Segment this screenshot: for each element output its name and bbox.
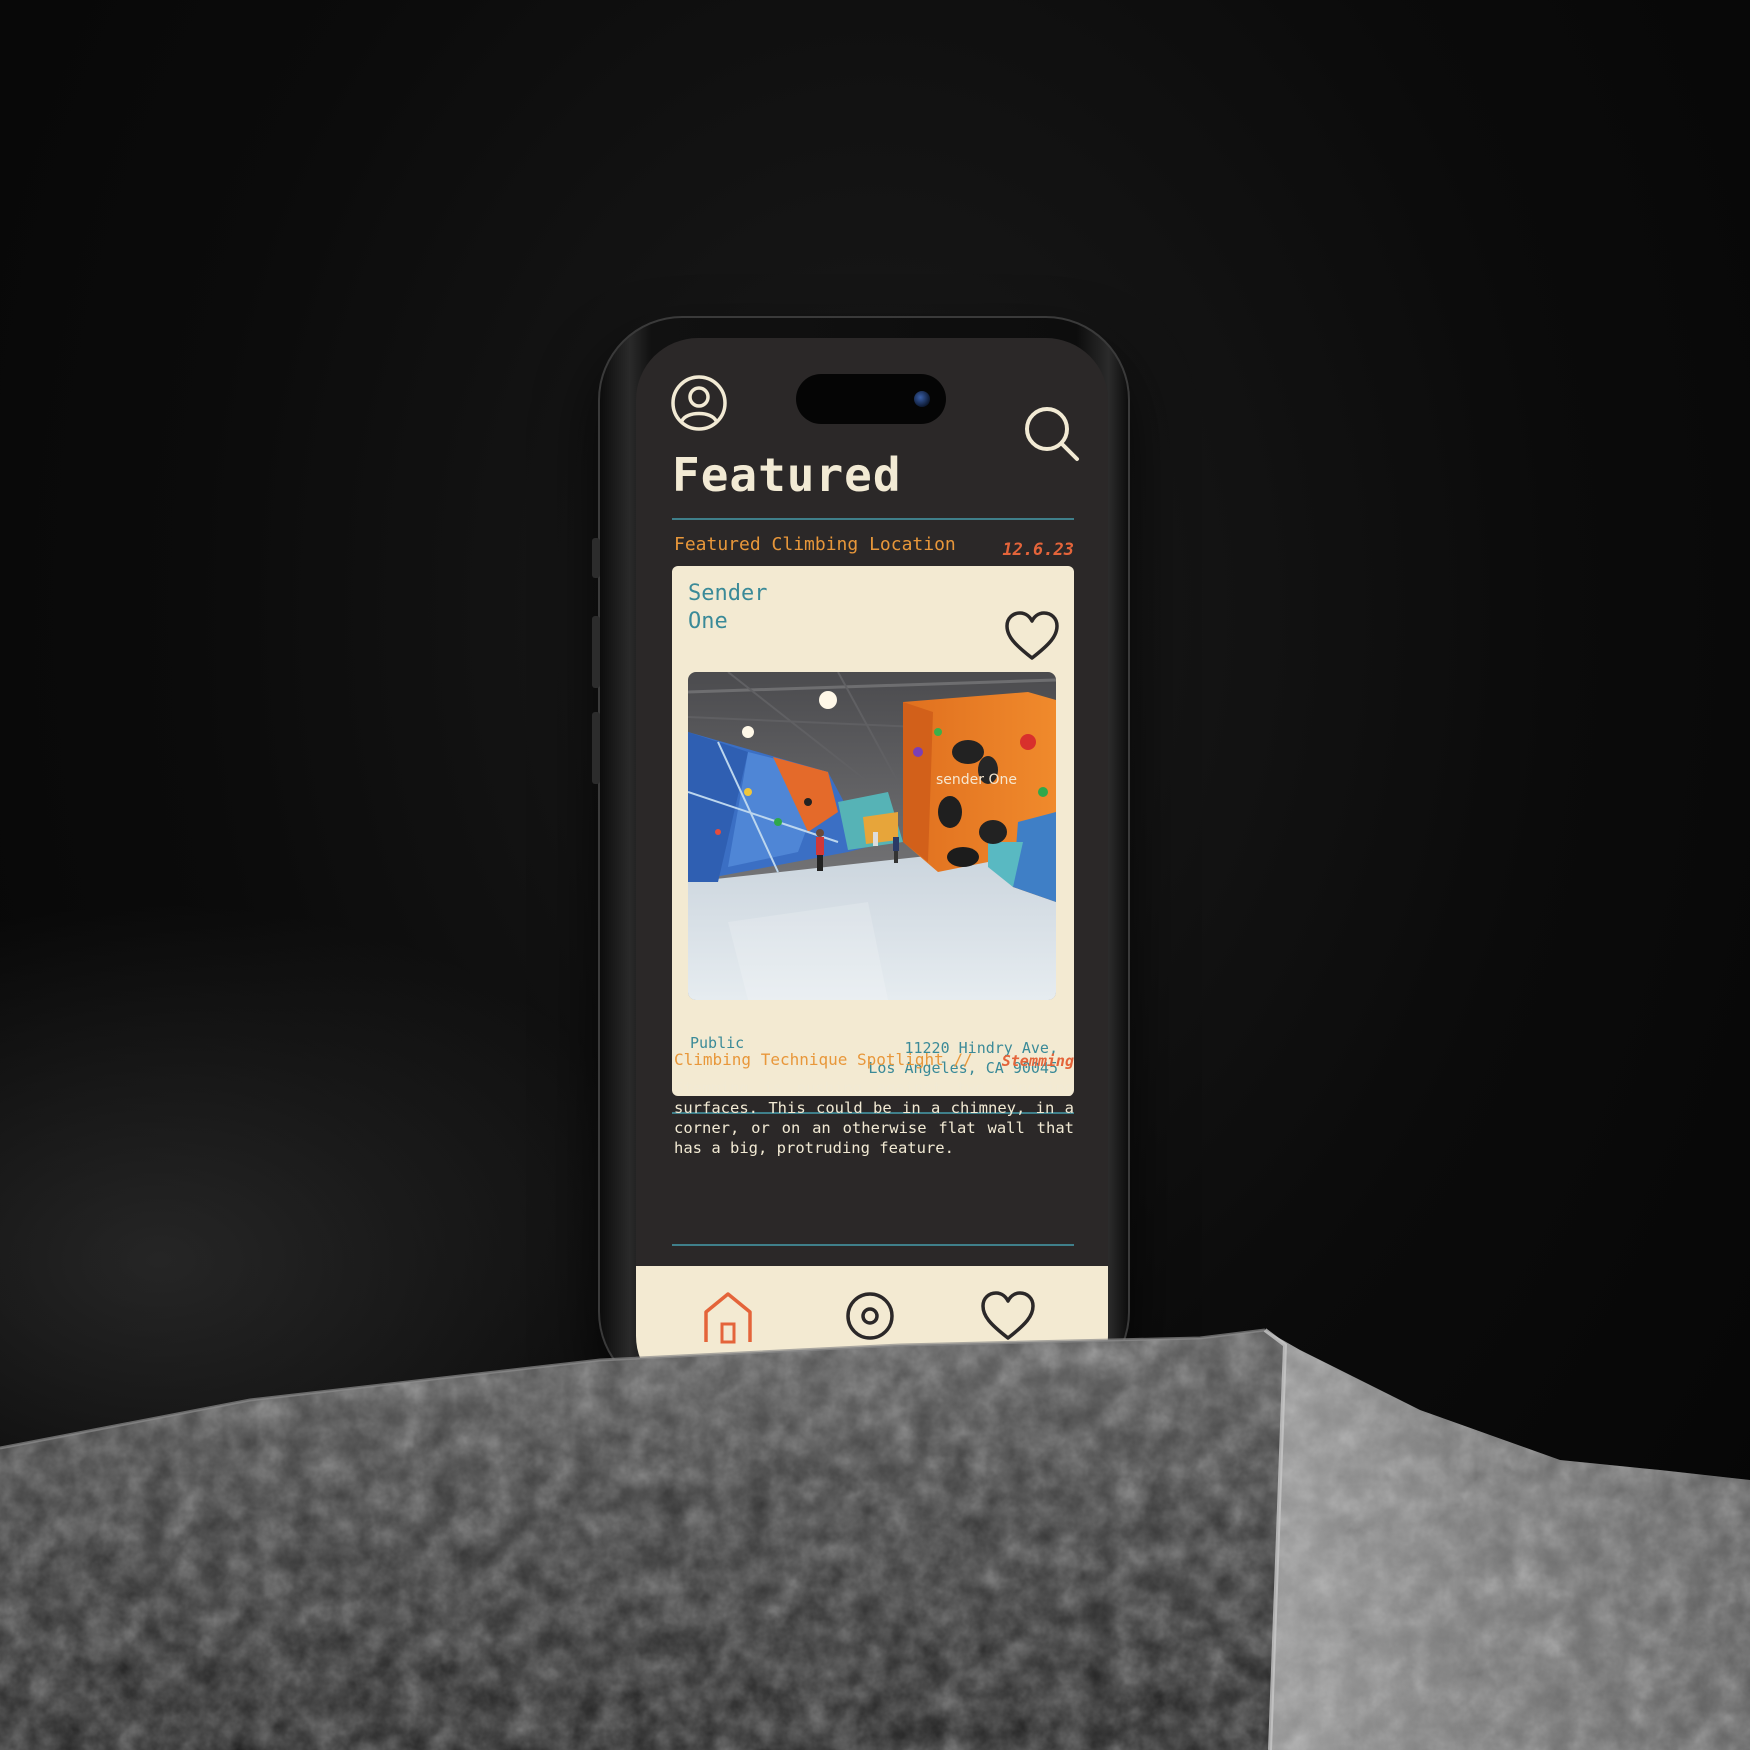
rock-pedestal (0, 1328, 1750, 1750)
scene: Featured Featured Climbing Location 12.6… (0, 0, 1750, 1750)
